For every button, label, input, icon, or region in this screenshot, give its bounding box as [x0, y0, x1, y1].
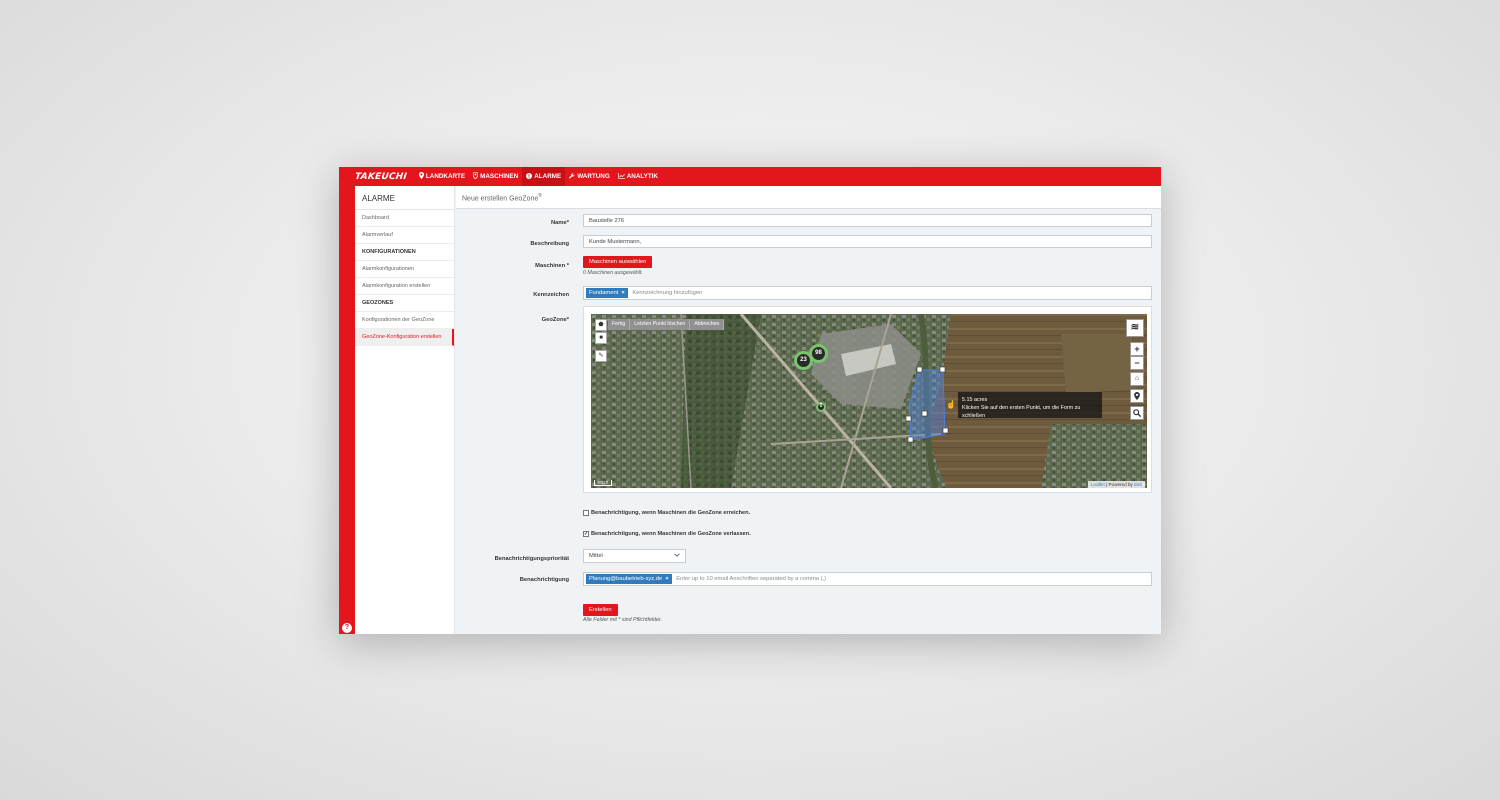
notify-leave-label: Benachrichtigung, wenn Maschinen die Geo…: [591, 531, 751, 537]
notify-enter-label: Benachrichtigung, wenn Maschinen die Geo…: [591, 510, 751, 516]
nav-label: MASCHINEN: [480, 173, 519, 180]
map-attribution: Leaflet | Powered by Esri: [1088, 481, 1145, 488]
tags-label: Kennzeichen: [533, 292, 569, 298]
layers-icon[interactable]: ≋: [1126, 319, 1144, 337]
tags-placeholder: Kennzeichnung hinzufügen: [632, 290, 703, 296]
search-icon[interactable]: [1130, 406, 1144, 420]
notify-leave-checkbox[interactable]: ✓: [583, 531, 589, 537]
tags-input[interactable]: Fundament × Kennzeichnung hinzufügen: [583, 286, 1152, 300]
priority-select[interactable]: Mittel: [583, 549, 686, 563]
draw-tooltip: 5.15 acres Klicken Sie auf den ersten Pu…: [958, 392, 1102, 419]
top-navbar: TAKEUCHI LANDKARTE MASCHINEN ALARME WART…: [339, 167, 1161, 186]
sidebar: ALARME Dashboard Alarmverlauf KONFIGURAT…: [355, 186, 455, 634]
create-button[interactable]: Erstellen: [583, 604, 618, 616]
page-header: Neue erstellen GeoZone®: [456, 186, 1161, 209]
draw-cancel-button[interactable]: Abbrechen: [690, 319, 725, 330]
name-label: Name*: [550, 220, 569, 226]
nav-label: ALARME: [534, 173, 562, 180]
page-title-sup: ®: [538, 193, 542, 199]
nav-wartung[interactable]: WARTUNG: [565, 167, 614, 186]
description-label: Beschreibung: [530, 241, 569, 247]
tag-chip: Fundament ×: [586, 288, 628, 298]
notify-enter-checkbox[interactable]: [583, 510, 589, 516]
area-readout: 5.15 acres: [962, 397, 988, 403]
nav-landkarte[interactable]: LANDKARTE: [415, 167, 469, 186]
zoom-out-button[interactable]: −: [1130, 356, 1144, 370]
machines-label: Maschinen *: [535, 263, 569, 269]
esri-link[interactable]: Esri: [1134, 482, 1142, 487]
tag-label: Fundament: [589, 290, 619, 296]
single-marker[interactable]: 0: [816, 402, 826, 412]
required-note: Alle Felder mit * sind Pflichtfelder.: [583, 617, 662, 623]
takeuchi-logo[interactable]: TAKEUCHI: [354, 172, 407, 182]
cluster-marker[interactable]: 98: [809, 344, 828, 363]
notify-placeholder: Enter up to 10 email Anschriften separat…: [676, 576, 827, 582]
draw-rectangle-icon[interactable]: ■: [595, 332, 607, 344]
machine-pin-icon: [472, 171, 479, 181]
email-chip-label: Planung@baubetrieb-xyz.de: [589, 576, 663, 582]
leaflet-link[interactable]: Leaflet: [1091, 482, 1105, 487]
notify-email-input[interactable]: Planung@baubetrieb-xyz.de × Enter up to 1…: [583, 572, 1152, 586]
map-pin-icon: [418, 172, 424, 181]
name-input[interactable]: Baustelle 276: [583, 214, 1152, 227]
locate-icon[interactable]: [1130, 389, 1144, 403]
cursor-hand-icon: ☝: [946, 400, 956, 409]
nav-label: LANDKARTE: [425, 173, 466, 180]
zoom-in-button[interactable]: +: [1130, 342, 1144, 356]
tag-remove-icon[interactable]: ×: [621, 290, 624, 296]
app-window: TAKEUCHI LANDKARTE MASCHINEN ALARME WART…: [339, 167, 1161, 634]
edit-layers-icon[interactable]: ✎: [595, 350, 607, 362]
satellite-map[interactable]: ⬟ ■ ✎ Fertig Letzten Punkt löschen Abbre…: [591, 314, 1147, 488]
attribution-text: | Powered by: [1104, 482, 1135, 487]
email-remove-icon[interactable]: ×: [665, 576, 668, 582]
alarm-icon: [526, 172, 533, 181]
priority-label: Benachrichtigungspriorität: [494, 556, 569, 562]
left-strip: ? one13: [339, 186, 355, 634]
draw-polygon-icon[interactable]: ⬟: [595, 319, 607, 331]
sidebar-item-geozone-erstellen[interactable]: GeoZone-Konfiguration erstellen: [355, 329, 454, 346]
line-chart-icon: [617, 172, 625, 181]
nav-label: ANALYTIK: [626, 173, 658, 180]
select-machines-button[interactable]: Maschinen auswählen: [583, 256, 653, 268]
help-icon[interactable]: ?: [342, 623, 352, 633]
nav-maschinen[interactable]: MASCHINEN: [469, 167, 522, 186]
notify-label: Benachrichtigung: [519, 577, 569, 583]
tooltip-text: Klicken Sie auf den ersten Punkt, um die…: [962, 405, 1081, 419]
description-input[interactable]: Kunde Mustermann,: [583, 235, 1152, 248]
notify-enter-row[interactable]: Benachrichtigung, wenn Maschinen die Geo…: [583, 510, 750, 516]
wrench-icon: [569, 172, 575, 181]
nav-analytik[interactable]: ANALYTIK: [614, 167, 662, 186]
draw-actions-bar: Fertig Letzten Punkt löschen Abbrechen: [608, 319, 725, 330]
nav-alarme[interactable]: ALARME: [522, 167, 566, 186]
page-title: Neue erstellen GeoZone: [462, 195, 539, 203]
machines-selected-hint: 0 Maschinen ausgewählt.: [583, 270, 643, 276]
geozone-label: GeoZone*: [541, 317, 569, 323]
email-chip: Planung@baubetrieb-xyz.de ×: [586, 574, 672, 584]
draw-finish-button[interactable]: Fertig: [608, 319, 631, 330]
nav-label: WARTUNG: [577, 173, 610, 180]
map-frame: ⬟ ■ ✎ Fertig Letzten Punkt löschen Abbre…: [583, 306, 1152, 493]
map-scale: 300 ft: [594, 480, 612, 486]
chevron-down-icon: [674, 553, 680, 559]
home-icon[interactable]: ⌂: [1130, 372, 1144, 386]
priority-value: Mittel: [589, 553, 603, 559]
notify-leave-row[interactable]: ✓ Benachrichtigung, wenn Maschinen die G…: [583, 531, 751, 537]
draw-delete-last-button[interactable]: Letzten Punkt löschen: [630, 319, 691, 330]
main-content: Neue erstellen GeoZone® Name* Baustelle …: [456, 186, 1161, 634]
sidebar-title: ALARME: [355, 186, 454, 210]
